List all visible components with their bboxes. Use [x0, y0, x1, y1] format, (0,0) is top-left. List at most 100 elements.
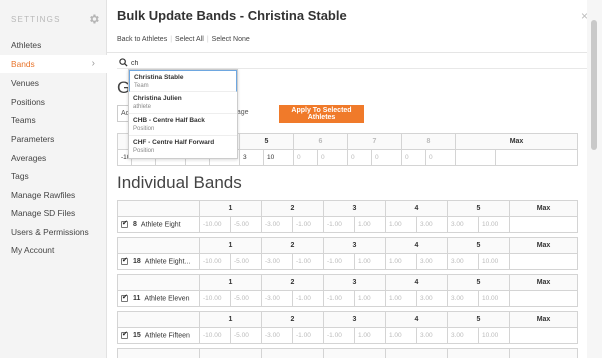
band-input[interactable]: 3: [239, 149, 264, 166]
band-input[interactable]: 1.00: [385, 327, 417, 344]
table-row: 8Athlete Eight -10.00 -5.00 -3.00 -1.00 …: [117, 216, 578, 233]
search-result-item[interactable]: Christina Stable Team: [129, 70, 237, 92]
band-input[interactable]: -1.00: [323, 290, 355, 307]
band-input[interactable]: 1.00: [354, 290, 386, 307]
table-header: 4: [385, 237, 448, 254]
band-input[interactable]: 3.00: [447, 290, 479, 307]
table-header: [323, 348, 386, 358]
band-input[interactable]: -5.00: [230, 290, 262, 307]
band-input[interactable]: -5.00: [230, 253, 262, 270]
table-header: 3: [323, 274, 386, 291]
sidebar-item-manage-sd-files[interactable]: Manage SD Files: [0, 204, 107, 222]
toolbar-divider: |: [206, 36, 209, 43]
table-header-row: 1 2 3 4 5 Max: [117, 200, 578, 217]
table-header: 1: [199, 311, 262, 328]
athlete-checkbox[interactable]: [121, 256, 128, 265]
band-input[interactable]: -10.00: [199, 327, 231, 344]
select-all-link[interactable]: Select All: [175, 36, 204, 43]
sidebar-item-label: Tags: [11, 171, 29, 181]
band-input[interactable]: -1.00: [323, 253, 355, 270]
table-header: [117, 274, 200, 291]
band-input[interactable]: 3.00: [416, 327, 448, 344]
max-cell: [509, 327, 578, 344]
band-input[interactable]: 1.00: [354, 327, 386, 344]
band-input[interactable]: 0: [293, 149, 318, 166]
sidebar-item-label: Bands: [11, 59, 35, 69]
band-input[interactable]: -3.00: [261, 253, 293, 270]
band-input[interactable]: -1.00: [292, 327, 324, 344]
sidebar-item-bands[interactable]: Bands ›: [0, 55, 107, 73]
search-result-item[interactable]: CHF - Centre Half Forward Position: [129, 136, 237, 158]
band-input[interactable]: 0: [317, 149, 348, 166]
back-to-athletes-link[interactable]: Back to Athletes: [117, 36, 167, 43]
individual-bands-heading: Individual Bands: [117, 173, 242, 192]
band-input[interactable]: 10.00: [478, 253, 510, 270]
band-input[interactable]: -3.00: [261, 327, 293, 344]
band-input[interactable]: -1.00: [292, 216, 324, 233]
band-input[interactable]: 3.00: [416, 216, 448, 233]
sidebar-item-parameters[interactable]: Parameters: [0, 130, 107, 148]
sidebar-item-tags[interactable]: Tags: [0, 167, 107, 185]
band-input[interactable]: 0: [347, 149, 372, 166]
table-header: [117, 311, 200, 328]
band-input[interactable]: 10.00: [478, 216, 510, 233]
sidebar-item-manage-rawfiles[interactable]: Manage Rawfiles: [0, 186, 107, 204]
athlete-checkbox[interactable]: [121, 293, 128, 302]
band-input[interactable]: -1.00: [292, 253, 324, 270]
select-none-link[interactable]: Select None: [212, 36, 250, 43]
scrollbar-thumb[interactable]: [591, 20, 597, 150]
band-input[interactable]: 0: [371, 149, 402, 166]
band-input[interactable]: 3.00: [447, 327, 479, 344]
band-input[interactable]: 1.00: [385, 290, 417, 307]
band-input[interactable]: 1.00: [354, 216, 386, 233]
search-result-item[interactable]: CHB - Centre Half Back Position: [129, 114, 237, 136]
sidebar-item-teams[interactable]: Teams: [0, 111, 107, 129]
sidebar-item-averages[interactable]: Averages: [0, 149, 107, 167]
band-input[interactable]: 0: [401, 149, 426, 166]
band-input[interactable]: -1.00: [323, 216, 355, 233]
apply-to-selected-button[interactable]: Apply To Selected Athletes: [279, 105, 364, 123]
band-input[interactable]: -5.00: [230, 327, 262, 344]
table-header: 2: [261, 200, 324, 217]
sidebar-item-athletes[interactable]: Athletes: [0, 36, 107, 54]
band-input[interactable]: 10: [263, 149, 294, 166]
band-input[interactable]: -10.00: [199, 216, 231, 233]
table-header: [117, 348, 200, 358]
sidebar-item-users-permissions[interactable]: Users & Permissions: [0, 223, 107, 241]
search-result-type: Position: [133, 126, 155, 132]
band-input[interactable]: 0: [425, 149, 456, 166]
band-input[interactable]: 3.00: [416, 290, 448, 307]
band-input[interactable]: 1.00: [385, 216, 417, 233]
search-result-name: Christina Stable: [134, 74, 184, 81]
athlete-cell: 18Athlete Eight...: [117, 253, 200, 270]
band-input[interactable]: -3.00: [261, 290, 293, 307]
table-header: 7: [347, 133, 402, 150]
table-header: 5: [447, 237, 510, 254]
sidebar-item-positions[interactable]: Positions: [0, 93, 107, 111]
band-input[interactable]: 1.00: [385, 253, 417, 270]
sidebar-item-label: Users & Permissions: [11, 227, 89, 237]
band-input[interactable]: -5.00: [230, 216, 262, 233]
band-input[interactable]: 3.00: [447, 216, 479, 233]
sidebar-item-my-account[interactable]: My Account: [0, 241, 107, 259]
table-header: 1: [199, 200, 262, 217]
gear-icon[interactable]: [88, 13, 100, 25]
search-results-dropdown: Christina Stable Team Christina Julien a…: [128, 69, 238, 159]
sidebar-item-venues[interactable]: Venues: [0, 74, 107, 92]
band-input[interactable]: -10.00: [199, 290, 231, 307]
band-input[interactable]: -3.00: [261, 216, 293, 233]
search-result-item[interactable]: Christina Julien athlete: [129, 92, 237, 114]
band-input[interactable]: -10.00: [199, 253, 231, 270]
band-input[interactable]: -1.00: [292, 290, 324, 307]
max-cell: [509, 253, 578, 270]
athlete-checkbox[interactable]: [121, 330, 128, 339]
band-input[interactable]: 1.00: [354, 253, 386, 270]
band-input[interactable]: 3.00: [416, 253, 448, 270]
band-input[interactable]: -1.00: [323, 327, 355, 344]
band-input[interactable]: 3.00: [447, 253, 479, 270]
band-input[interactable]: 10.00: [478, 290, 510, 307]
band-input[interactable]: 10.00: [478, 327, 510, 344]
athlete-checkbox[interactable]: [121, 219, 128, 228]
athlete-name: Athlete Fifteen: [144, 332, 190, 340]
table-header: 6: [293, 133, 348, 150]
